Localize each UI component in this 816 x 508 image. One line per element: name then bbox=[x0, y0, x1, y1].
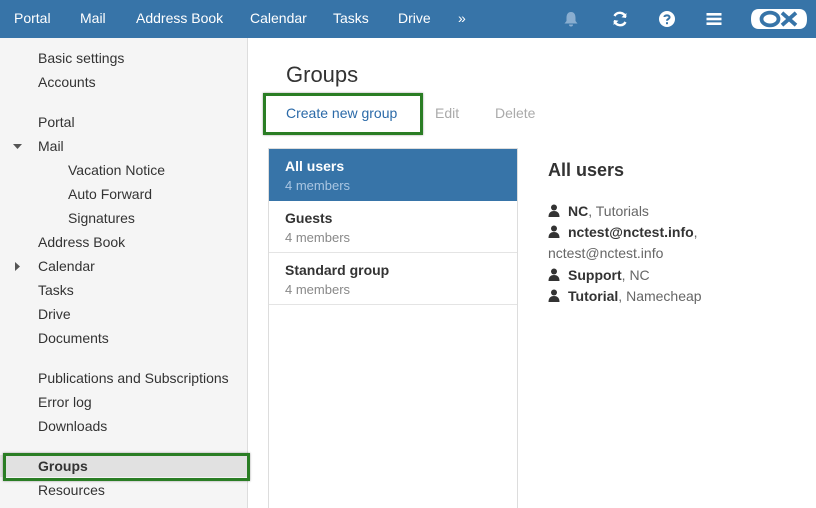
nav-mail[interactable]: Mail bbox=[80, 0, 106, 38]
sidebar-item-mail[interactable]: Mail bbox=[0, 135, 247, 157]
sidebar-item-label: Vacation Notice bbox=[68, 162, 166, 178]
collapsed-caret-icon[interactable] bbox=[12, 255, 22, 277]
group-list: All users 4 members Guests 4 members Sta… bbox=[268, 148, 518, 508]
member-item: Tutorial, Namecheap bbox=[548, 288, 702, 304]
user-icon bbox=[548, 225, 560, 238]
member-item: NC, Tutorials bbox=[548, 203, 649, 219]
sidebar-item-resources[interactable]: Resources bbox=[0, 479, 247, 501]
group-name: Guests bbox=[285, 210, 333, 226]
sidebar-item-label: Resources bbox=[38, 482, 105, 498]
nav-drive[interactable]: Drive bbox=[398, 0, 431, 38]
edit-button[interactable]: Edit bbox=[435, 105, 459, 121]
list-item[interactable]: Guests 4 members bbox=[269, 201, 517, 253]
sidebar-item-label: Mail bbox=[38, 138, 64, 154]
sidebar-item-label: Signatures bbox=[68, 210, 135, 226]
nav-tasks[interactable]: Tasks bbox=[333, 0, 369, 38]
menu-icon[interactable] bbox=[703, 8, 725, 30]
group-name: All users bbox=[285, 158, 345, 174]
create-group-button[interactable]: Create new group bbox=[286, 105, 397, 121]
sidebar-item-drive[interactable]: Drive bbox=[0, 303, 247, 325]
sidebar-item-label: Drive bbox=[38, 306, 71, 322]
sidebar-item-label: Auto Forward bbox=[68, 186, 153, 202]
member-detail: NC bbox=[629, 267, 650, 283]
group-member-count: 4 members bbox=[285, 178, 351, 193]
help-icon[interactable] bbox=[656, 8, 678, 30]
member-detail: Namecheap bbox=[626, 288, 702, 304]
nav-portal[interactable]: Portal bbox=[14, 0, 51, 38]
member-name: Tutorial bbox=[568, 288, 619, 304]
separator: , bbox=[621, 267, 626, 283]
settings-sidebar: Basic settings Accounts Portal Mail Vaca… bbox=[0, 38, 248, 508]
member-name: Support bbox=[568, 267, 622, 283]
list-item[interactable]: Standard group 4 members bbox=[269, 253, 517, 305]
user-icon bbox=[548, 268, 560, 281]
sidebar-item-documents[interactable]: Documents bbox=[0, 327, 247, 349]
group-name: Standard group bbox=[285, 262, 390, 278]
sidebar-item-label: Error log bbox=[38, 394, 92, 410]
nav-calendar[interactable]: Calendar bbox=[250, 0, 307, 38]
sidebar-item-downloads[interactable]: Downloads bbox=[0, 415, 247, 437]
sidebar-item-label: Address Book bbox=[38, 234, 126, 250]
user-icon bbox=[548, 204, 560, 217]
delete-button[interactable]: Delete bbox=[495, 105, 535, 121]
sidebar-item-label: Downloads bbox=[38, 418, 108, 434]
sidebar-item-groups[interactable]: Groups bbox=[0, 455, 247, 477]
sidebar-item-label: Portal bbox=[38, 114, 75, 130]
expanded-caret-icon[interactable] bbox=[12, 135, 22, 157]
list-item[interactable]: All users 4 members bbox=[269, 149, 517, 201]
page-title: Groups bbox=[286, 62, 359, 87]
sidebar-item-label: Basic settings bbox=[38, 50, 125, 66]
sidebar-item-accounts[interactable]: Accounts bbox=[0, 71, 247, 93]
separator: , bbox=[588, 203, 593, 219]
sidebar-item-basic-settings[interactable]: Basic settings bbox=[0, 47, 247, 69]
sidebar-item-label: Publications and Subscriptions bbox=[38, 370, 229, 386]
member-detail: nctest@nctest.info bbox=[548, 245, 664, 261]
member-name: nctest@nctest.info bbox=[568, 224, 694, 240]
sidebar-item-vacation-notice[interactable]: Vacation Notice bbox=[0, 159, 247, 181]
group-member-count: 4 members bbox=[285, 230, 351, 245]
refresh-icon[interactable] bbox=[609, 8, 631, 30]
separator: , bbox=[618, 288, 623, 304]
member-item: Support, NC bbox=[548, 267, 650, 283]
user-icon bbox=[548, 289, 560, 302]
sidebar-item-auto-forward[interactable]: Auto Forward bbox=[0, 183, 247, 205]
member-name: NC bbox=[568, 203, 589, 219]
sidebar-item-label: Groups bbox=[38, 458, 88, 474]
sidebar-item-signatures[interactable]: Signatures bbox=[0, 207, 247, 229]
nav-more[interactable]: » bbox=[458, 0, 466, 38]
sidebar-item-label: Accounts bbox=[38, 74, 96, 90]
sidebar-item-calendar[interactable]: Calendar bbox=[0, 255, 247, 277]
nav-address-book[interactable]: Address Book bbox=[136, 0, 223, 38]
bell-icon[interactable] bbox=[560, 8, 582, 30]
sidebar-item-label: Calendar bbox=[38, 258, 95, 274]
sidebar-item-tasks[interactable]: Tasks bbox=[0, 279, 247, 301]
separator: , bbox=[693, 224, 698, 240]
sidebar-item-address-book[interactable]: Address Book bbox=[0, 231, 247, 253]
sidebar-item-portal[interactable]: Portal bbox=[0, 111, 247, 133]
member-detail: Tutorials bbox=[595, 203, 649, 219]
top-bar: Portal Mail Address Book Calendar Tasks … bbox=[0, 0, 816, 38]
ox-logo bbox=[750, 8, 808, 30]
group-member-count: 4 members bbox=[285, 282, 351, 297]
sidebar-item-label: Documents bbox=[38, 330, 109, 346]
sidebar-item-error-log[interactable]: Error log bbox=[0, 391, 247, 413]
detail-title: All users bbox=[548, 160, 625, 180]
sidebar-item-publications[interactable]: Publications and Subscriptions bbox=[0, 367, 247, 389]
member-item: nctest@nctest.info, bbox=[548, 224, 698, 240]
sidebar-item-label: Tasks bbox=[38, 282, 74, 298]
